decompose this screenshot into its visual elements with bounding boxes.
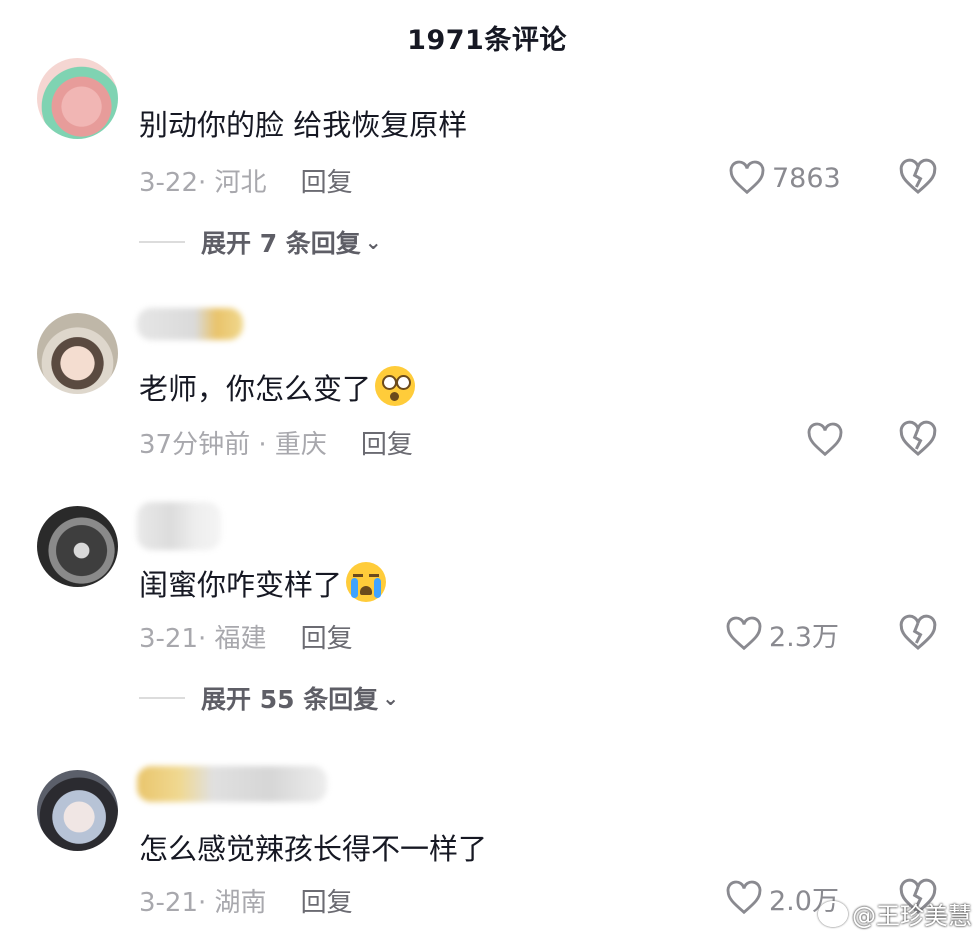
username-blurred (137, 502, 221, 550)
reply-button[interactable]: 回复 (301, 624, 353, 654)
reply-button[interactable]: 回复 (301, 168, 353, 198)
comment-text: 老师，你怎么变了 (139, 366, 416, 408)
avatar[interactable] (37, 58, 118, 139)
comment-meta: 3-21· 福建 回复 (139, 624, 353, 654)
comment-location: 重庆 (274, 430, 327, 460)
comment-text: 怎么感觉辣孩长得不一样了 (139, 832, 488, 866)
crying-emoji-icon (346, 562, 387, 602)
comment-location: 河北 (214, 168, 267, 198)
broken-heart-icon[interactable] (898, 614, 938, 652)
reply-button[interactable]: 回复 (301, 888, 353, 918)
chevron-down-icon: ⌄ (364, 230, 382, 254)
heart-outline-icon (729, 160, 765, 195)
username-blurred (137, 766, 327, 802)
comment-date: 3-22 (139, 168, 199, 198)
expand-replies-label: 展开 7 条回复 (201, 229, 361, 258)
divider (139, 697, 185, 699)
broken-heart-icon[interactable] (898, 420, 938, 458)
like-count: 2.3万 (769, 621, 839, 653)
comment-meta: 3-22· 河北 回复 (139, 168, 353, 198)
heart-outline-icon (726, 616, 762, 651)
avatar[interactable] (37, 770, 118, 851)
comment-text: 别动你的脸 给我恢复原样 (139, 108, 468, 142)
chevron-down-icon: ⌄ (382, 686, 399, 710)
expand-replies-button[interactable]: 展开 7 条回复 ⌄ (139, 224, 382, 260)
like-button[interactable]: 7863 (728, 158, 841, 198)
avatar[interactable] (37, 506, 118, 587)
comment-meta: 37分钟前 · 重庆 回复 (139, 430, 413, 460)
comments-header-title: 1971条评论 (407, 25, 567, 56)
weibo-logo-icon (818, 900, 848, 927)
username-blurred (137, 308, 243, 340)
comment-date: 3-21 (139, 888, 199, 918)
comment-date: 3-21 (139, 624, 199, 654)
avatar[interactable] (37, 313, 118, 394)
heart-outline-icon (807, 422, 843, 457)
like-count: 7863 (772, 162, 841, 194)
expand-replies-label: 展开 55 条回复 (201, 685, 379, 714)
reply-button[interactable]: 回复 (361, 430, 413, 460)
broken-heart-icon[interactable] (898, 158, 938, 196)
comment-date: 37分钟前 (139, 430, 251, 460)
astonished-emoji-icon (375, 366, 416, 406)
like-button[interactable]: 2.3万 (725, 614, 839, 654)
like-button[interactable] (806, 420, 850, 460)
watermark-text: @王珍美慧 (852, 902, 972, 930)
comment-meta: 3-21· 湖南 回复 (139, 888, 353, 918)
heart-outline-icon (726, 880, 762, 915)
comment-text: 闺蜜你咋变样了 (139, 562, 387, 604)
expand-replies-button[interactable]: 展开 55 条回复 ⌄ (139, 680, 399, 716)
comment-location: 福建 (214, 624, 267, 654)
comment-location: 湖南 (214, 888, 267, 918)
watermark: @王珍美慧 (818, 896, 972, 931)
divider (139, 241, 185, 243)
